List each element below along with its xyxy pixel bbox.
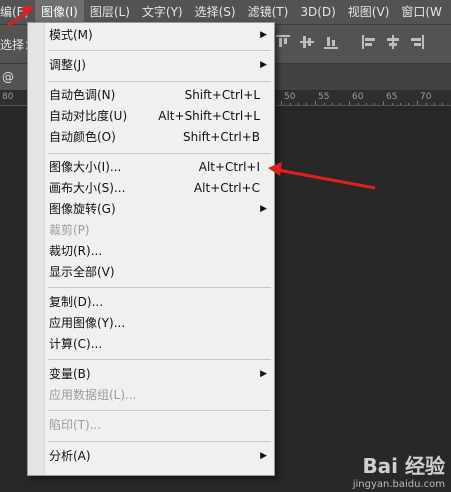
watermark: Bai 经验 jingyan.baidu.com — [353, 450, 445, 490]
annotation-arrow-to-image-menu — [7, 5, 34, 28]
watermark-logo: Bai 经验 — [362, 454, 445, 478]
annotation-arrow-to-image-size — [268, 162, 376, 190]
annotation-arrows — [7, 5, 376, 190]
watermark-url: jingyan.baidu.com — [352, 479, 445, 490]
